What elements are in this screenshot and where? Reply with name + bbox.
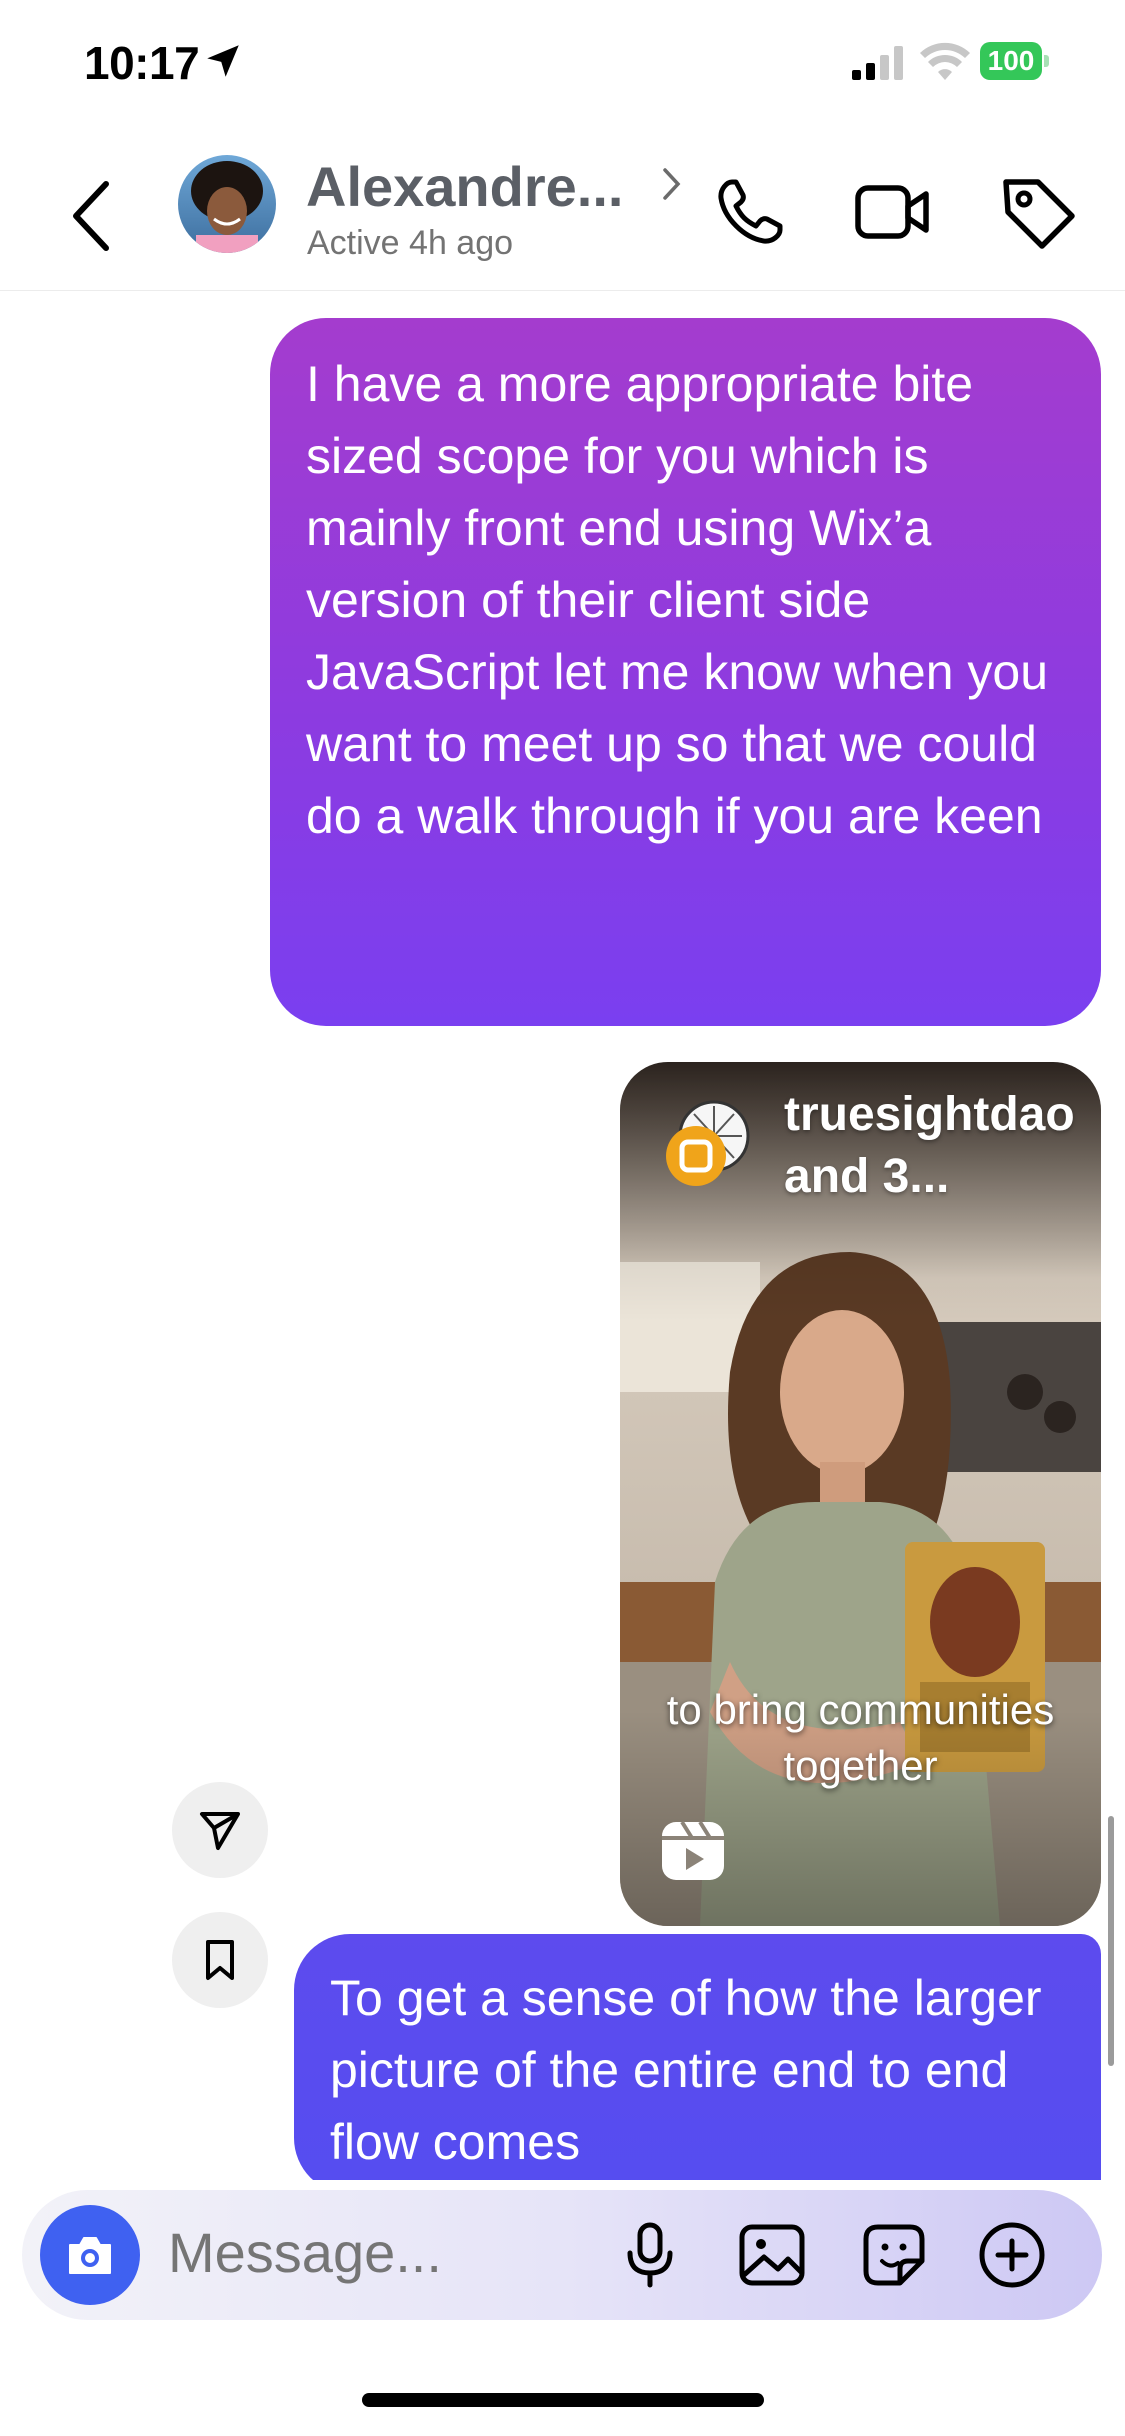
tag-icon[interactable]	[998, 172, 1078, 252]
save-bookmark-icon	[206, 1940, 234, 1980]
camera-button[interactable]	[40, 2205, 140, 2305]
reels-icon	[662, 1820, 724, 1880]
contact-avatar[interactable]	[178, 155, 276, 253]
camera-icon	[69, 2237, 111, 2274]
microphone-icon[interactable]	[614, 2219, 686, 2291]
battery-nub	[1044, 55, 1049, 67]
plus-icon[interactable]	[976, 2219, 1048, 2291]
back-chevron-icon[interactable]	[66, 178, 118, 254]
message-text: To get a sense of how the larger picture…	[330, 1970, 1042, 2170]
account-logo-icon	[666, 1100, 750, 1186]
message-bubble-outgoing[interactable]: To get a sense of how the larger picture…	[294, 1934, 1101, 2194]
chevron-right-icon[interactable]	[660, 164, 684, 204]
scrollbar-thumb[interactable]	[1108, 1816, 1114, 2066]
contact-name[interactable]: Alexandre...	[306, 154, 623, 219]
reel-author: truesightdao and 3...	[784, 1088, 1075, 1203]
message-composer	[22, 2190, 1102, 2320]
message-text: I have a more appropriate bite sized sco…	[306, 356, 1049, 844]
phone-icon[interactable]	[710, 172, 790, 252]
status-bar: 10:17 100	[0, 0, 1125, 120]
battery-indicator: 100	[980, 42, 1050, 80]
share-icon	[200, 1812, 240, 1850]
location-arrow-icon	[207, 45, 239, 77]
status-time: 10:17	[84, 37, 200, 89]
battery-level: 100	[980, 42, 1042, 80]
save-button[interactable]	[172, 1912, 268, 2008]
contact-active-status: Active 4h ago	[307, 224, 514, 262]
wifi-icon	[920, 42, 970, 80]
sticker-icon[interactable]	[858, 2219, 930, 2291]
message-input[interactable]	[168, 2220, 568, 2285]
cellular-signal-icon	[852, 46, 903, 80]
reel-caption: to bring communities together	[666, 1686, 1055, 1789]
gallery-icon[interactable]	[736, 2219, 808, 2291]
share-button[interactable]	[172, 1782, 268, 1878]
chat-header: Alexandre... Active 4h ago	[0, 140, 1125, 291]
home-indicator[interactable]	[362, 2393, 764, 2407]
shared-reel[interactable]: truesightdao and 3... to bring communiti…	[620, 1062, 1101, 1926]
video-call-icon[interactable]	[852, 172, 932, 252]
message-bubble-outgoing[interactable]: I have a more appropriate bite sized sco…	[270, 318, 1101, 1026]
